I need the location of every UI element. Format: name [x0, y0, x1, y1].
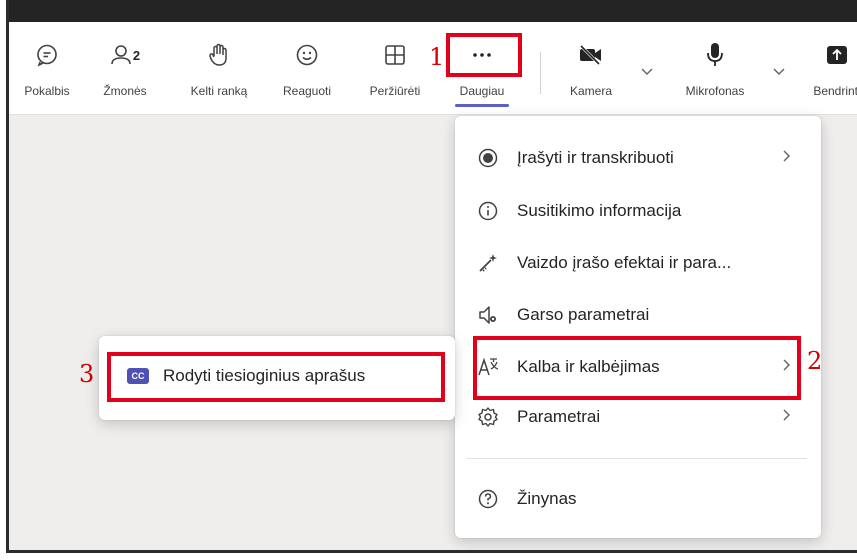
menu-item-record-transcribe[interactable]: Įrašyti ir transkribuoti: [455, 133, 821, 183]
meeting-window: Pokalbis 2 Žmonės Kelti ranką Reaguoti P…: [6, 0, 857, 553]
toolbar-camera-button[interactable]: Kamera: [561, 22, 621, 114]
highlight-box-language: [473, 336, 801, 400]
raise-hand-icon: [206, 42, 232, 68]
gear-icon: [477, 406, 499, 428]
more-options-menu: Įrašyti ir transkribuoti Susitikimo info…: [455, 116, 821, 538]
toolbar-microphone-button[interactable]: Mikrofonas: [677, 22, 753, 114]
toolbar-raise-hand-label: Kelti ranką: [190, 84, 248, 98]
info-icon: [477, 200, 499, 222]
menu-item-label: Parametrai: [517, 407, 601, 426]
toolbar-share-button[interactable]: Bendrinti: [805, 22, 857, 114]
menu-item-label: Žinynas: [517, 489, 577, 508]
toolbar-separator: [540, 52, 541, 94]
toolbar-react-label: Reaguoti: [282, 84, 332, 98]
toolbar-camera-label: Kamera: [569, 84, 613, 98]
smiley-icon: [294, 42, 320, 68]
menu-item-video-effects[interactable]: Vaizdo įrašo efektai ir para...: [455, 238, 821, 288]
menu-item-label: Įrašyti ir transkribuoti: [517, 148, 674, 167]
highlight-box-live-captions: [107, 352, 445, 402]
menu-item-label: Garso parametrai: [517, 305, 650, 324]
menu-item-meeting-info[interactable]: Susitikimo informacija: [455, 186, 821, 236]
toolbar-share-label: Bendrinti: [813, 84, 857, 98]
chat-icon: [34, 42, 60, 68]
menu-divider: [467, 458, 807, 459]
toolbar-people-button[interactable]: 2 Žmonės: [95, 22, 155, 114]
highlight-box-more: [446, 33, 522, 77]
magic-wand-icon: [477, 252, 499, 274]
chevron-right-icon: [783, 149, 791, 167]
toolbar-view-button[interactable]: Peržiūrėti: [361, 22, 429, 114]
toolbar-view-label: Peržiūrėti: [369, 84, 421, 98]
menu-item-help[interactable]: Žinynas: [455, 474, 821, 524]
active-tab-indicator: [455, 104, 509, 107]
grid-view-icon: [382, 42, 408, 68]
step-marker-1: 1: [429, 43, 445, 71]
menu-item-label: Susitikimo informacija: [517, 201, 682, 220]
speaker-settings-icon: [477, 304, 499, 326]
camera-off-icon: [578, 42, 604, 68]
step-marker-2: 2: [807, 347, 823, 375]
record-icon: [477, 147, 499, 169]
people-icon: 2: [105, 42, 145, 68]
microphone-icon: [702, 42, 728, 68]
camera-options-chevron-icon[interactable]: [641, 64, 653, 79]
menu-item-audio-settings[interactable]: Garso parametrai: [455, 290, 821, 340]
share-icon: [824, 42, 850, 68]
help-icon: [477, 488, 499, 510]
toolbar-react-button[interactable]: Reaguoti: [275, 22, 339, 114]
chevron-right-icon: [783, 408, 791, 426]
toolbar-chat-label: Pokalbis: [24, 84, 70, 98]
toolbar-microphone-label: Mikrofonas: [685, 84, 745, 98]
step-marker-3: 3: [79, 360, 95, 388]
toolbar-more-label: Daugiau: [459, 84, 505, 98]
people-count: 2: [132, 47, 141, 63]
title-bar: [9, 0, 857, 22]
toolbar-chat-button[interactable]: Pokalbis: [17, 22, 77, 114]
toolbar-raise-hand-button[interactable]: Kelti ranką: [181, 22, 257, 114]
microphone-options-chevron-icon[interactable]: [773, 64, 785, 79]
menu-item-label: Vaizdo įrašo efektai ir para...: [517, 253, 732, 272]
toolbar-people-label: Žmonės: [103, 84, 147, 98]
